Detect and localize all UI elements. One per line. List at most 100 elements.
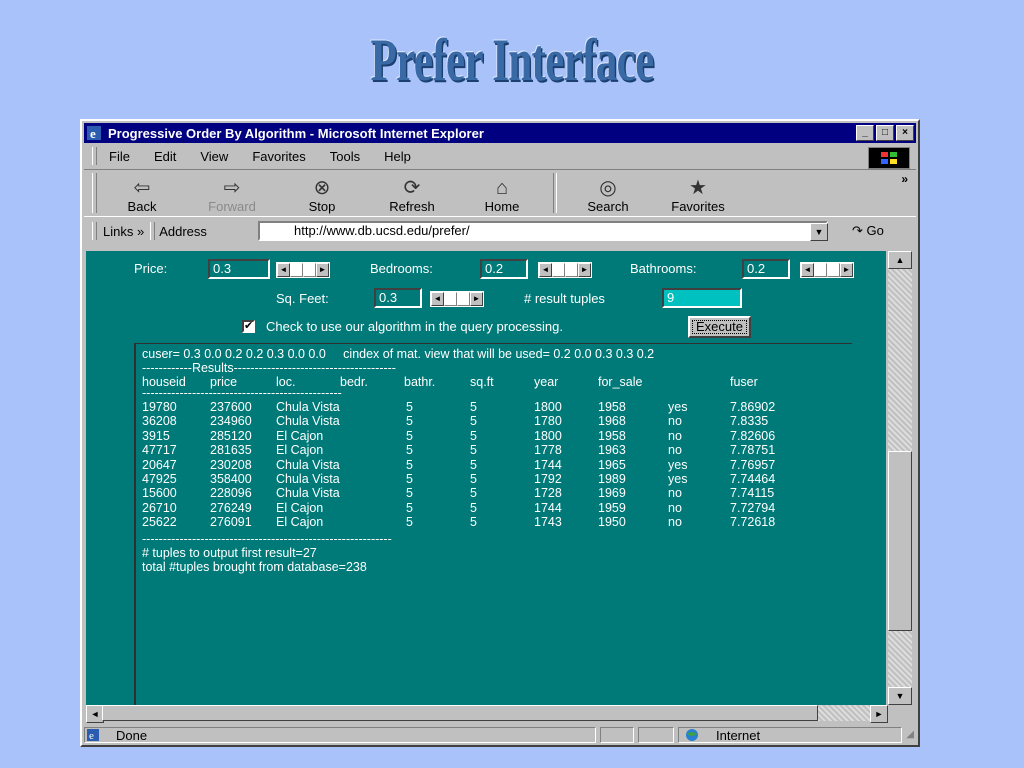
col-bedr: bedr. [340,375,368,389]
title-bar[interactable]: e Progressive Order By Algorithm - Micro… [84,123,916,143]
cell-price: 281635 [210,443,252,458]
cell-price: 276249 [210,500,252,515]
stop-button[interactable]: ⊗ Stop [277,177,367,216]
address-input[interactable]: http://www.db.ucsd.edu/prefer/ [258,221,828,241]
execute-button[interactable]: Execute [688,316,751,338]
back-button[interactable]: ⇦ Back [97,177,187,216]
cell-fuser: 7.86902 [730,400,776,414]
go-label: Go [866,223,884,238]
bedrooms-decrease-icon[interactable]: ◄ [539,263,552,277]
bathrooms-label: Bathrooms: [630,261,697,276]
cell-houseid: 36208 [142,414,177,429]
cell-year: 1743 [534,515,562,530]
cell-bedr: 5 [406,500,413,515]
cell-bathr: 5 [470,414,477,429]
go-button[interactable]: ↷ Go [852,223,884,239]
price-increase-icon[interactable]: ► [316,263,329,277]
results-header-line: ------------Results---------------------… [142,361,396,375]
internet-explorer-icon: e [86,125,102,141]
links-button[interactable]: Links » [103,224,144,239]
cell-price: 237600 [210,400,252,414]
bathrooms-input[interactable]: 0.2 [742,259,790,279]
maximize-button[interactable]: □ [876,125,894,141]
horizontal-scroll-thumb[interactable] [102,705,818,721]
page-done-icon: e [86,728,100,745]
svg-text:e: e [89,730,94,742]
cell-loc: Chula Vista [276,400,340,414]
forward-button[interactable]: ⇨ Forward [187,177,277,216]
menu-help[interactable]: Help [384,149,411,164]
result-tuples-input[interactable]: 9 [662,288,742,308]
favorites-button[interactable]: ★ Favorites [653,177,743,216]
bedrooms-stepper[interactable]: ◄ ► [538,262,592,278]
menu-view[interactable]: View [200,149,228,164]
horizontal-scrollbar[interactable]: ◄ ► [86,705,888,723]
bathrooms-increase-icon[interactable]: ► [840,263,853,277]
first-result-count: # tuples to output first result=27 [142,546,317,560]
menu-favorites[interactable]: Favorites [252,149,305,164]
price-input[interactable]: 0.3 [208,259,270,279]
cell-year: 1792 [534,472,562,486]
horizontal-scroll-track[interactable] [818,705,870,721]
cell-loc: Chula Vista [276,486,340,501]
cell-year: 1800 [534,400,562,414]
col-sqft: sq.ft [470,375,494,389]
status-bar: e Done Internet ◢ [84,725,916,745]
browser-window: e Progressive Order By Algorithm - Micro… [80,119,920,747]
cell-for-sale: no [668,428,682,443]
cuser-line: cuser= 0.3 0.0 0.2 0.2 0.3 0.0 0.0 cinde… [142,347,655,361]
sqfeet-input[interactable]: 0.3 [374,288,422,308]
home-icon: ⌂ [495,177,509,199]
price-decrease-icon[interactable]: ◄ [277,263,290,277]
back-label: Back [127,199,157,214]
resize-grip-icon[interactable]: ◢ [906,729,914,740]
cell-year: 1800 [534,428,562,443]
price-stepper[interactable]: ◄ ► [276,262,330,278]
sqfeet-decrease-icon[interactable]: ◄ [431,292,444,306]
algorithm-checkbox[interactable]: ✔ [242,320,255,333]
cell-loc: El Cajon [276,515,324,530]
sqfeet-increase-icon[interactable]: ► [470,292,483,306]
cell-year: 1728 [534,486,562,501]
menu-edit[interactable]: Edit [154,149,176,164]
bathrooms-decrease-icon[interactable]: ◄ [801,263,814,277]
refresh-button[interactable]: ⟳ Refresh [367,177,457,216]
status-panel-main [84,727,596,743]
bedrooms-increase-icon[interactable]: ► [578,263,591,277]
cell-loc: El Cajon [276,443,324,458]
vertical-scrollbar[interactable]: ▲ ▼ [888,251,912,705]
cell-loc: El Cajon [276,500,324,515]
scroll-right-icon[interactable]: ► [870,705,888,723]
bathrooms-stepper[interactable]: ◄ ► [800,262,854,278]
cell-houseid: 15600 [142,486,177,501]
home-button[interactable]: ⌂ Home [457,177,547,216]
search-button[interactable]: ◎ Search [563,177,653,216]
cell-fuser: 7.74115 [730,486,775,501]
cell-bathr: 5 [470,472,477,486]
scroll-down-icon[interactable]: ▼ [888,687,912,705]
menu-tools[interactable]: Tools [330,149,360,164]
cell-built: 1959 [598,500,626,515]
vertical-scroll-thumb[interactable] [888,451,912,631]
minimize-button[interactable]: _ [856,125,874,141]
cell-price: 234960 [210,414,252,429]
columns-underline: ----------------------------------------… [142,386,342,400]
close-button[interactable]: × [896,125,914,141]
cell-built: 1958 [598,428,626,443]
cell-bedr: 5 [406,414,413,429]
cell-bathr: 5 [470,428,477,443]
toolbar-overflow-chevron[interactable]: » [901,172,908,186]
cell-built: 1958 [598,400,626,414]
cell-built: 1963 [598,443,626,458]
scroll-up-icon[interactable]: ▲ [888,251,912,269]
address-grip [150,222,156,240]
cell-year: 1744 [534,500,562,515]
menu-file[interactable]: File [109,149,130,164]
address-dropdown-icon[interactable]: ▼ [810,223,828,241]
stop-label: Stop [308,199,336,214]
refresh-icon: ⟳ [403,177,421,199]
menu-grip [92,147,97,165]
bedrooms-input[interactable]: 0.2 [480,259,528,279]
cell-houseid: 25622 [142,515,177,530]
sqfeet-stepper[interactable]: ◄ ► [430,291,484,307]
